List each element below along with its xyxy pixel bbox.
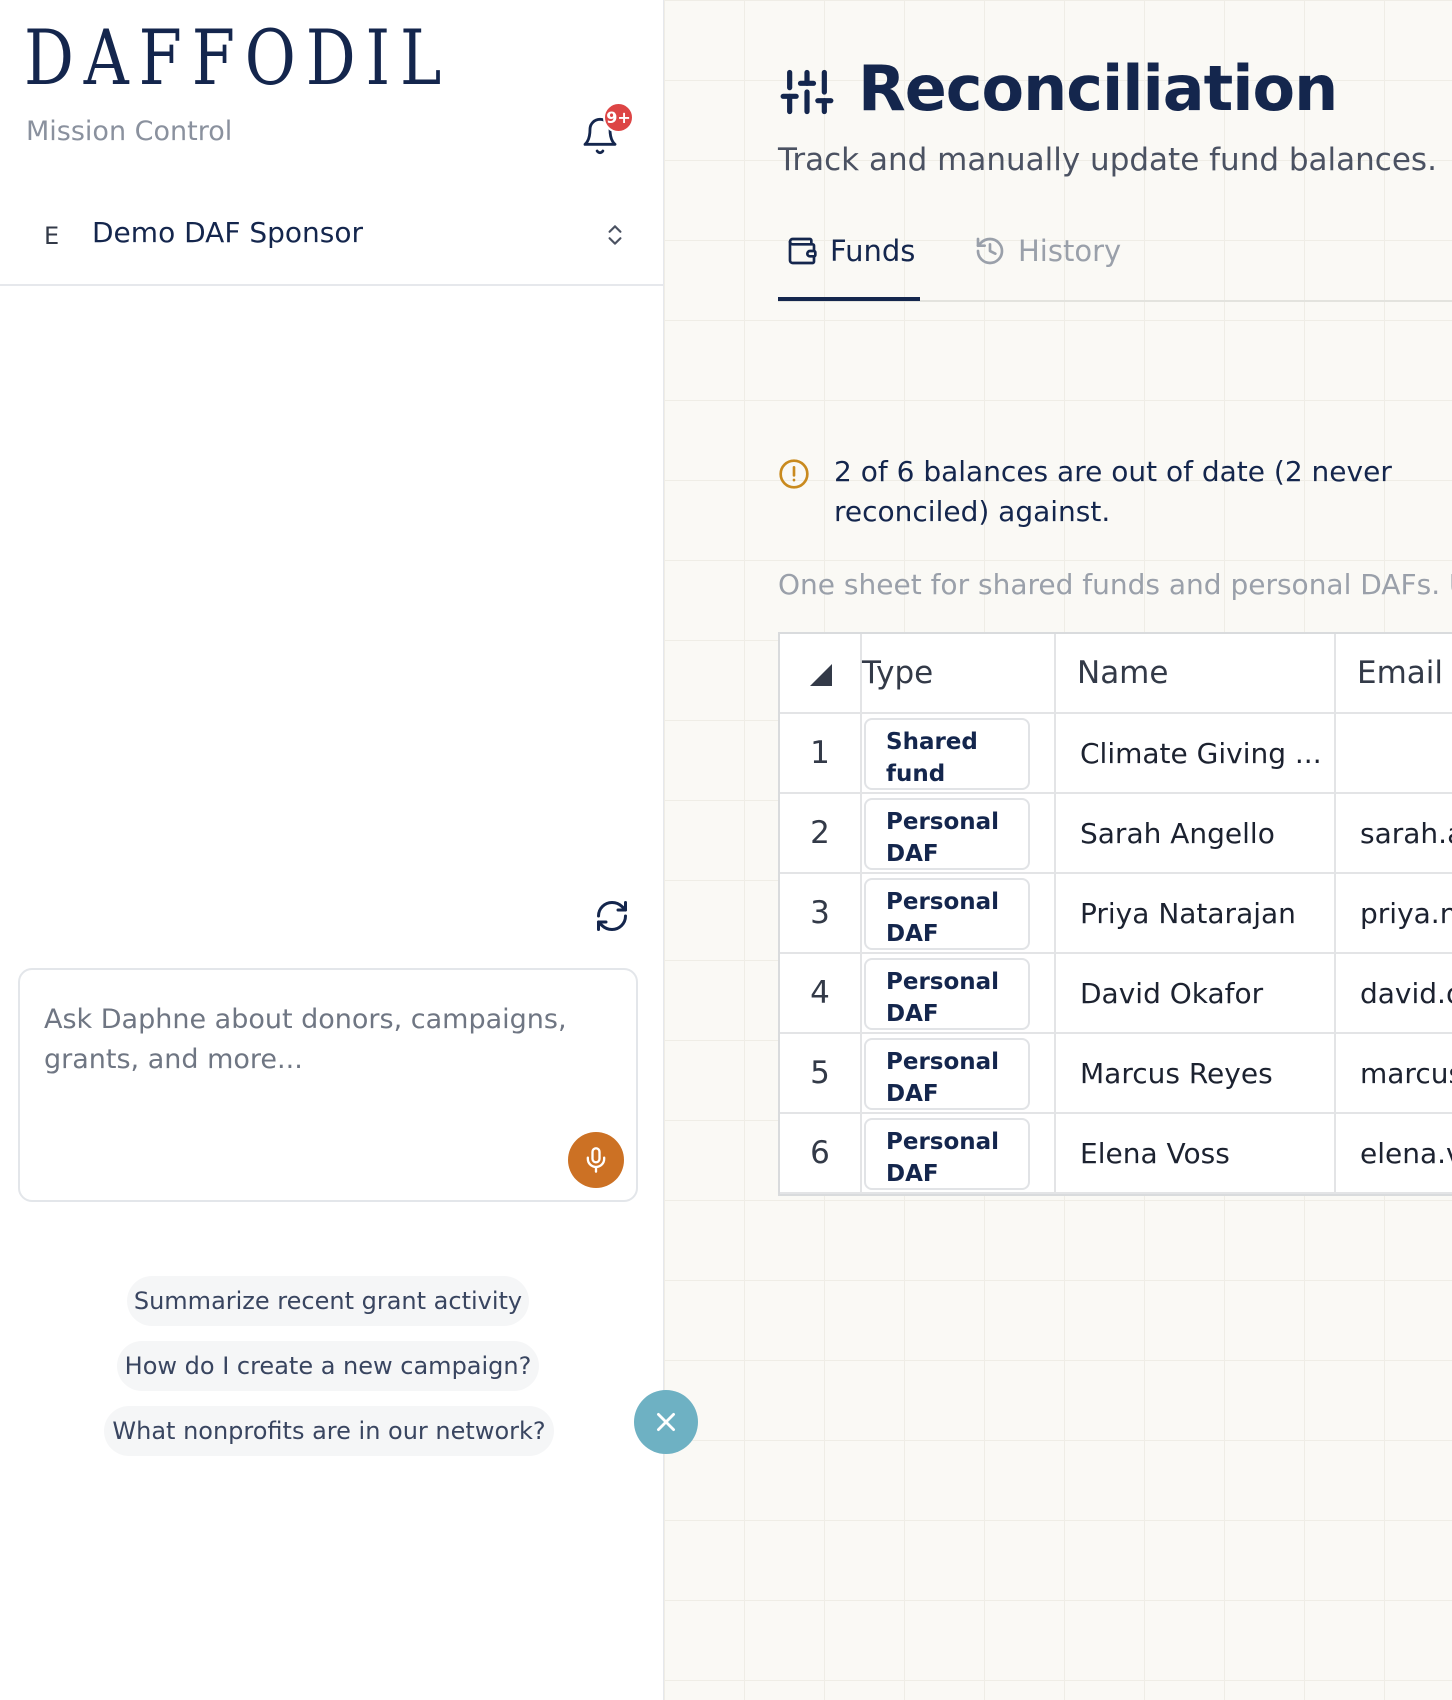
row-number[interactable]: 1	[780, 714, 862, 794]
column-header-type[interactable]: Type	[862, 634, 1056, 714]
corner-triangle-icon	[810, 664, 832, 686]
out-of-date-alert: 2 of 6 balances are out of date (2 never…	[834, 455, 1392, 528]
type-cell[interactable]: Personal DAF	[862, 794, 1056, 874]
name-cell[interactable]: Elena Voss	[1056, 1114, 1336, 1194]
row-number[interactable]: 5	[780, 1034, 862, 1114]
wallet-icon	[788, 237, 817, 265]
row-number[interactable]: 3	[780, 874, 862, 954]
type-badge: Personal DAF	[864, 798, 1030, 870]
daffodil-logo[interactable]: DAFFODIL	[24, 18, 451, 98]
name-cell[interactable]: Marcus Reyes	[1056, 1034, 1336, 1114]
email-cell[interactable]: david.o	[1336, 954, 1452, 1034]
type-badge: Shared fund	[864, 718, 1030, 790]
row-number[interactable]: 6	[780, 1114, 862, 1194]
suggestion-chip[interactable]: What nonprofits are in our network?	[104, 1406, 554, 1456]
type-cell[interactable]: Personal DAF	[862, 954, 1056, 1034]
type-badge: Personal DAF	[864, 878, 1030, 950]
type-cell[interactable]: Shared fund	[862, 714, 1056, 794]
org-name: Demo DAF Sponsor	[92, 216, 363, 249]
name-cell[interactable]: Climate Giving ...	[1056, 714, 1336, 794]
sidebar: DAFFODIL Mission Control 9+ E Demo DAF S…	[0, 0, 664, 1700]
chat-input[interactable]: Ask Daphne about donors, campaigns, gran…	[18, 968, 638, 1202]
row-number[interactable]: 2	[780, 794, 862, 874]
sheet-hint: One sheet for shared funds and personal …	[778, 568, 1452, 601]
refresh-icon[interactable]	[594, 898, 630, 934]
org-switcher[interactable]: E Demo DAF Sponsor	[0, 200, 664, 286]
type-badge: Personal DAF	[864, 1038, 1030, 1110]
microphone-icon	[586, 1147, 606, 1173]
suggestion-chip[interactable]: How do I create a new campaign?	[117, 1341, 539, 1391]
notification-badge[interactable]: 9+	[603, 102, 634, 133]
main-content: Reconciliation Track and manually update…	[664, 0, 1452, 1700]
type-badge: Personal DAF	[864, 1118, 1030, 1190]
email-cell[interactable]: marcus	[1336, 1034, 1452, 1114]
page-description: Track and manually update fund balances.	[778, 142, 1437, 178]
email-cell[interactable]	[1336, 714, 1452, 794]
active-tab-indicator	[778, 297, 920, 301]
email-cell[interactable]: elena.v	[1336, 1114, 1452, 1194]
chat-placeholder: Ask Daphne about donors, campaigns, gran…	[44, 1004, 567, 1075]
chevrons-up-down-icon	[608, 225, 622, 245]
sliders-icon	[780, 69, 834, 115]
name-cell[interactable]: Priya Natarajan	[1056, 874, 1336, 954]
alert-circle-icon	[779, 459, 809, 489]
email-cell[interactable]: priya.na	[1336, 874, 1452, 954]
column-header-email[interactable]: Email	[1336, 634, 1452, 714]
page-title: Reconciliation	[858, 52, 1338, 125]
type-cell[interactable]: Personal DAF	[862, 1114, 1056, 1194]
name-cell[interactable]: Sarah Angello	[1056, 794, 1336, 874]
tab-history-label: History	[1018, 234, 1122, 268]
tab-funds-label: Funds	[830, 234, 916, 268]
row-number[interactable]: 4	[780, 954, 862, 1034]
email-cell[interactable]: sarah.a	[1336, 794, 1452, 874]
name-cell[interactable]: David Okafor	[1056, 954, 1336, 1034]
funds-table: Type Name Email 1 Shared fund Climate Gi…	[778, 632, 1452, 1196]
tab-history[interactable]: History	[974, 228, 1121, 274]
history-icon	[976, 237, 1004, 265]
select-all-corner[interactable]	[780, 634, 862, 714]
close-chat-button[interactable]	[634, 1390, 698, 1454]
type-badge: Personal DAF	[864, 958, 1030, 1030]
column-header-name[interactable]: Name	[1056, 634, 1336, 714]
close-icon	[657, 1413, 675, 1431]
tab-funds[interactable]: Funds	[786, 228, 915, 274]
type-cell[interactable]: Personal DAF	[862, 1034, 1056, 1114]
suggestion-chip[interactable]: Summarize recent grant activity	[127, 1276, 529, 1326]
microphone-button[interactable]	[568, 1132, 624, 1188]
app-subtitle: Mission Control	[26, 116, 233, 147]
type-cell[interactable]: Personal DAF	[862, 874, 1056, 954]
org-avatar: E	[44, 222, 60, 250]
